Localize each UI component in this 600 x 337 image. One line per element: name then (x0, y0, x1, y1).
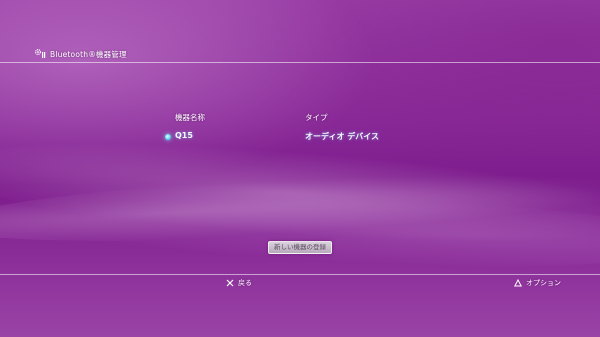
header-divider (0, 62, 600, 63)
footer-divider (0, 274, 600, 275)
page-header: Bluetooth®機器管理 (34, 46, 127, 62)
back-button[interactable]: 戻る (226, 278, 252, 288)
register-new-device-button[interactable]: 新しい機器の登録 (268, 241, 332, 254)
option-label: オプション (526, 279, 561, 287)
option-button[interactable]: オプション (514, 278, 561, 288)
column-header-type: タイプ (305, 113, 328, 122)
background-wave (0, 155, 600, 255)
background-wave (0, 181, 600, 279)
triangle-icon (514, 279, 522, 287)
page-title: Bluetooth®機器管理 (50, 49, 127, 59)
column-header-name: 機器名称 (175, 113, 205, 122)
gear-bluetooth-icon (34, 48, 46, 60)
connected-status-icon (165, 134, 171, 140)
device-name: Q15 (175, 131, 193, 140)
device-row[interactable]: Q15 オーディオ デバイス (165, 131, 425, 143)
cross-icon (226, 279, 234, 287)
back-label: 戻る (238, 279, 252, 287)
device-type: オーディオ デバイス (305, 132, 379, 141)
